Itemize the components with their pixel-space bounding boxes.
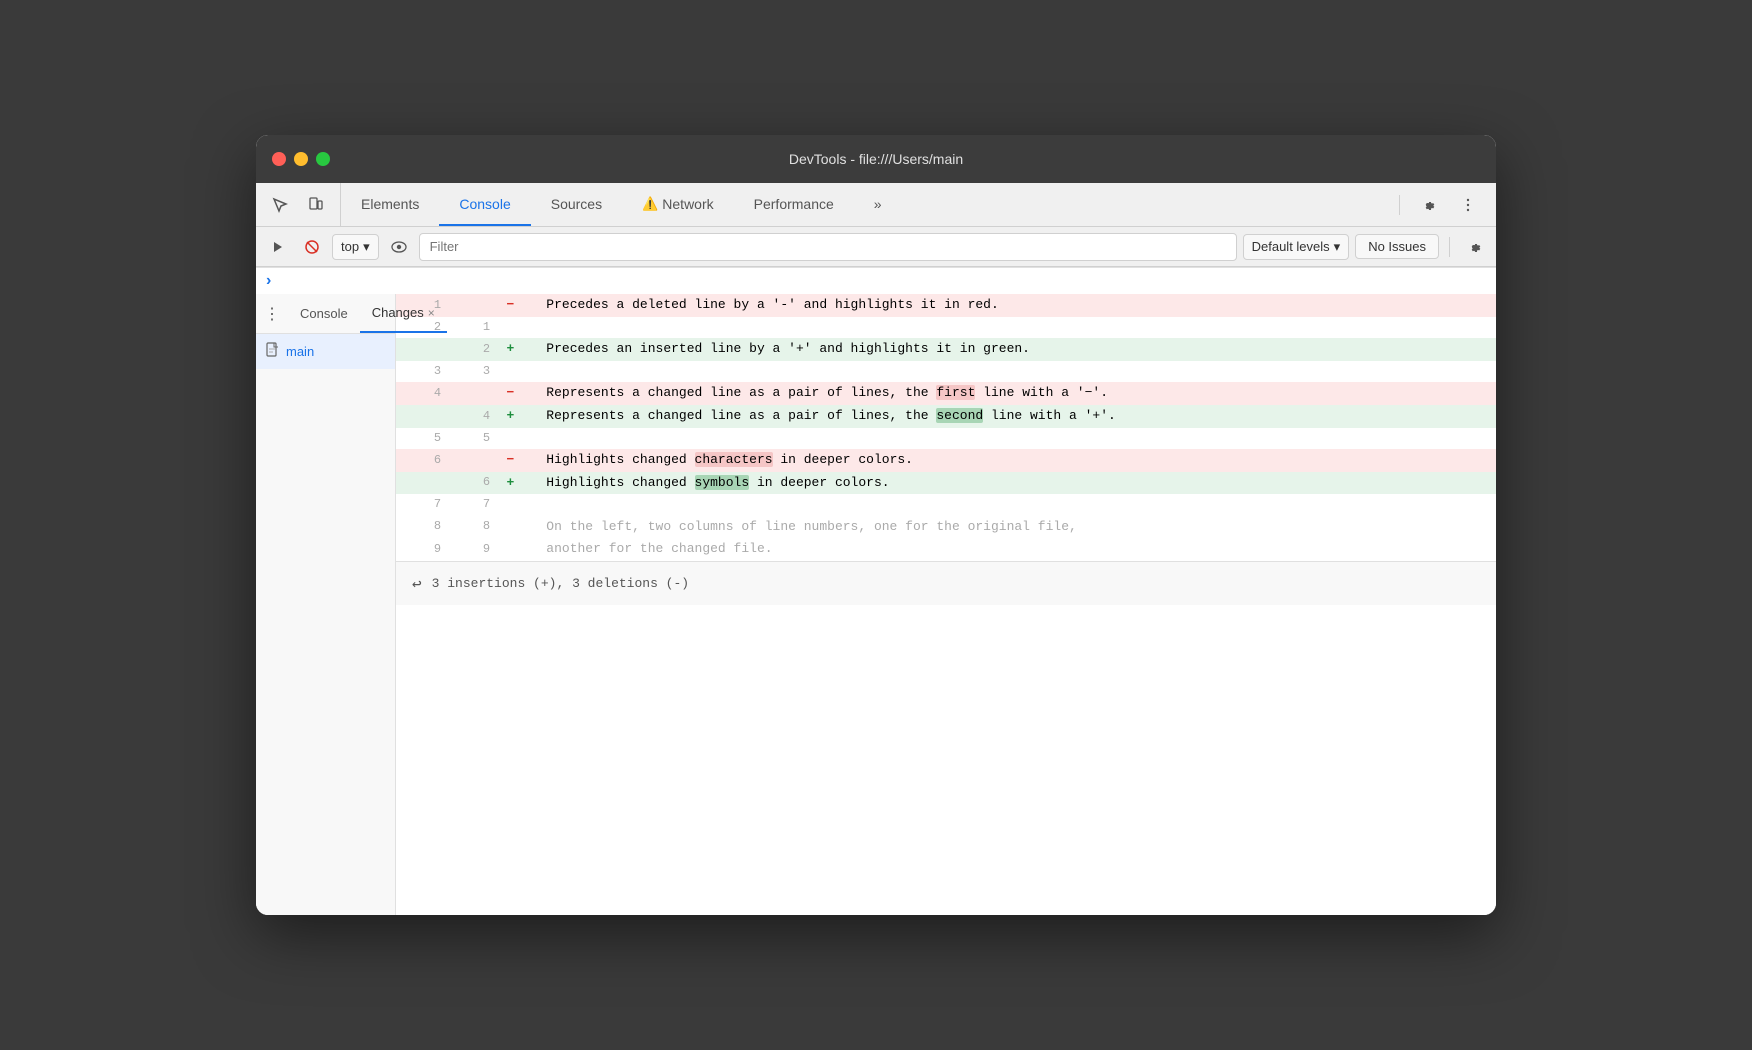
diff-line-content: Precedes a deleted line by a '-' and hig… [527,294,1496,317]
toolbar-left-icons [256,183,341,226]
inspect-icon[interactable] [264,189,296,221]
diff-row-4-inserted: 4 + Represents a changed line as a pair … [396,405,1496,428]
console-toolbar: top ▾ Default levels ▾ No Issues [256,227,1496,267]
footer-summary: 3 insertions (+), 3 deletions (-) [432,576,689,591]
more-tabs-icon: » [874,196,882,212]
highlight-second: second [936,408,983,423]
js-prompt-bar: › [256,267,1496,294]
default-levels-dropdown[interactable]: Default levels ▾ [1243,234,1350,260]
diff-footer: ↩ 3 insertions (+), 3 deletions (-) [396,561,1496,605]
diff-marker: − [494,294,527,317]
tab-network[interactable]: ⚠️ Network [622,183,734,226]
customize-devtools-icon[interactable] [1452,189,1484,221]
highlight-first: first [936,385,975,400]
file-icon [266,342,280,361]
close-changes-tab[interactable]: × [428,306,435,320]
main-content: ⋮ Console Changes × × [256,294,1496,915]
js-chevron-icon: › [266,272,271,290]
tab-elements[interactable]: Elements [341,183,439,226]
traffic-lights [272,152,330,166]
diff-table: 1 − Precedes a deleted line by a '-' and… [396,294,1496,561]
devtools-window: DevTools - file:///Users/main Elements C [256,135,1496,915]
panel-tabs-header: ⋮ Console Changes × × [256,294,395,334]
title-bar: DevTools - file:///Users/main [256,135,1496,183]
tab-performance[interactable]: Performance [734,183,854,226]
tab-sources[interactable]: Sources [531,183,622,226]
run-script-icon[interactable] [264,233,292,261]
diff-row-3-normal: 3 3 [396,361,1496,382]
console-settings-icon[interactable] [1460,233,1488,261]
diff-area[interactable]: 1 − Precedes a deleted line by a '-' and… [396,294,1496,915]
highlight-symbols: symbols [695,475,750,490]
diff-row-2-normal: 2 1 [396,317,1496,338]
diff-row-8-normal: 8 8 On the left, two columns of line num… [396,516,1496,539]
toolbar-right [1383,183,1496,226]
more-tabs-button[interactable]: » [854,183,902,226]
main-tabs: Elements Console Sources ⚠️ Network Perf… [341,183,1383,226]
tab-console[interactable]: Console [439,183,530,226]
top-toolbar: Elements Console Sources ⚠️ Network Perf… [256,183,1496,227]
diff-row-5-normal: 5 5 [396,428,1496,449]
device-toolbar-icon[interactable] [300,189,332,221]
diff-row-7-normal: 7 7 [396,494,1496,515]
top-context-dropdown[interactable]: top ▾ [332,234,379,260]
diff-row-1-deleted: 1 − Precedes a deleted line by a '-' and… [396,294,1496,317]
warning-icon: ⚠️ [642,196,658,212]
diff-row-2-inserted: 2 + Precedes an inserted line by a '+' a… [396,338,1496,361]
clear-console-icon[interactable] [298,233,326,261]
diff-row-4-deleted: 4 − Represents a changed line as a pair … [396,382,1496,405]
sidebar: ⋮ Console Changes × × [256,294,396,915]
revert-icon[interactable]: ↩ [412,574,422,594]
line-num-new [445,294,494,317]
tab-console-panel[interactable]: Console [288,294,360,333]
eye-icon[interactable] [385,233,413,261]
chevron-down-icon: ▾ [1334,239,1341,255]
diff-row-9-normal: 9 9 another for the changed file. [396,538,1496,561]
minimize-button[interactable] [294,152,308,166]
diff-row-6-deleted: 6 − Highlights changed characters in dee… [396,449,1496,472]
diff-row-6-inserted: 6 + Highlights changed symbols in deeper… [396,472,1496,495]
panel-more-options[interactable]: ⋮ [256,304,288,324]
settings-icon[interactable] [1412,189,1444,221]
close-button[interactable] [272,152,286,166]
tab-changes-panel[interactable]: Changes × [360,294,447,333]
filter-input[interactable] [419,233,1237,261]
no-issues-button[interactable]: No Issues [1355,234,1439,259]
maximize-button[interactable] [316,152,330,166]
window-title: DevTools - file:///Users/main [789,151,963,167]
sidebar-item-main[interactable]: main [256,334,395,369]
chevron-down-icon: ▾ [363,239,370,255]
highlight-characters: characters [695,452,773,467]
